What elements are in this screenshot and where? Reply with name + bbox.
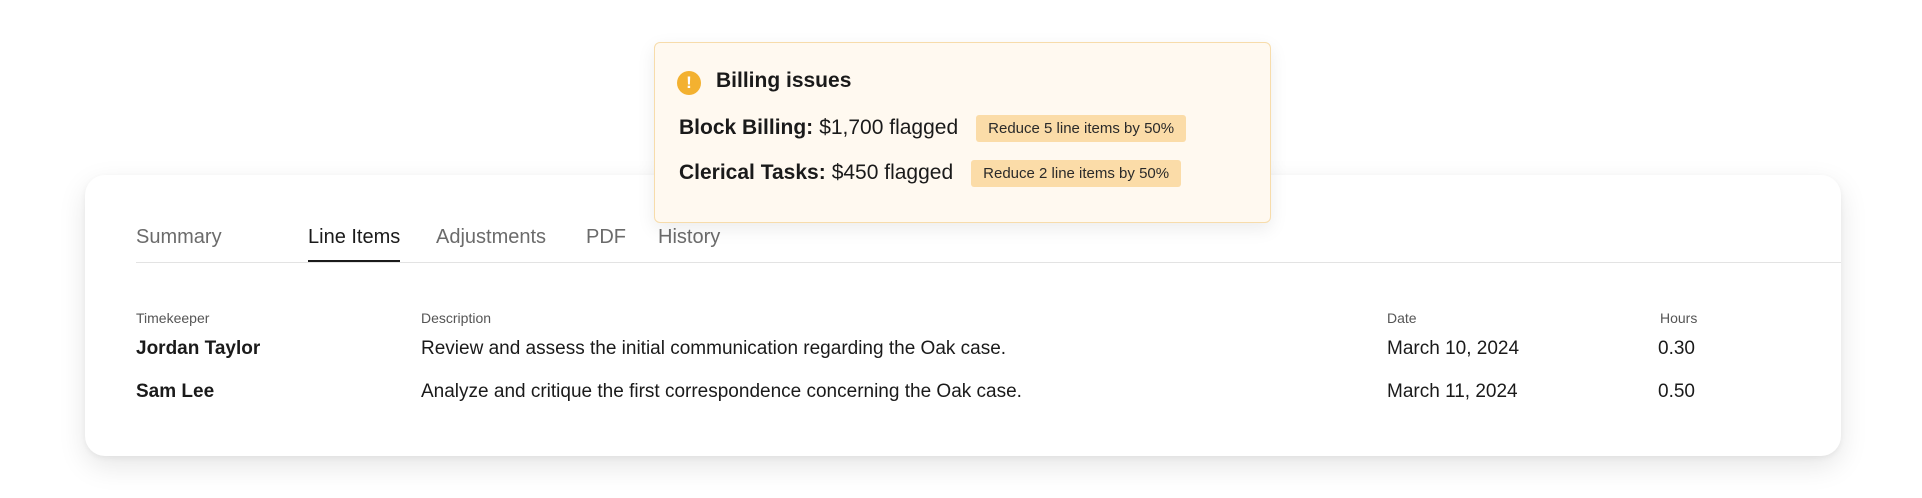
warning-icon: ! [677,71,701,95]
billing-issues-title: Billing issues [716,69,852,92]
column-header-description: Description [421,310,492,326]
row-description: Analyze and critique the first correspon… [421,381,1022,402]
tab-line-items[interactable]: Line Items [308,225,401,262]
issue-name: Clerical Tasks: [679,161,826,184]
tab-history[interactable]: History [658,225,720,262]
row-timekeeper: Sam Lee [136,381,215,402]
row-date: March 11, 2024 [1387,381,1518,402]
issue-amount: $450 flagged [831,161,954,184]
row-description: Review and assess the initial communicat… [421,338,1007,359]
column-header-hours: Hours [1660,310,1698,326]
tab-adjustments[interactable]: Adjustments [436,225,546,262]
billing-issue-block-billing: Block Billing: $1,700 flagged Reduce 5 l… [679,113,1187,143]
tab-summary[interactable]: Summary [136,225,222,262]
tab-pdf[interactable]: PDF [586,225,626,262]
tab-bar: Summary Line Items Adjustments PDF Histo… [136,225,1841,263]
reduce-line-items-button[interactable]: Reduce 2 line items by 50% [971,159,1182,187]
issue-name: Block Billing: [679,116,814,139]
column-header-timekeeper: Timekeeper [136,310,210,326]
reduce-line-items-button[interactable]: Reduce 5 line items by 50% [976,114,1187,142]
issue-amount: $1,700 flagged [819,116,959,139]
row-timekeeper: Jordan Taylor [136,338,261,359]
column-header-date: Date [1387,310,1417,326]
billing-issues-popover: ! Billing issues Block Billing: $1,700 f… [654,42,1271,223]
billing-issue-clerical-tasks: Clerical Tasks: $450 flagged Reduce 2 li… [679,158,1182,188]
page: Summary Line Items Adjustments PDF Histo… [0,0,1922,498]
row-hours: 0.30 [1658,338,1695,359]
row-hours: 0.50 [1658,381,1695,402]
row-date: March 10, 2024 [1387,338,1520,359]
